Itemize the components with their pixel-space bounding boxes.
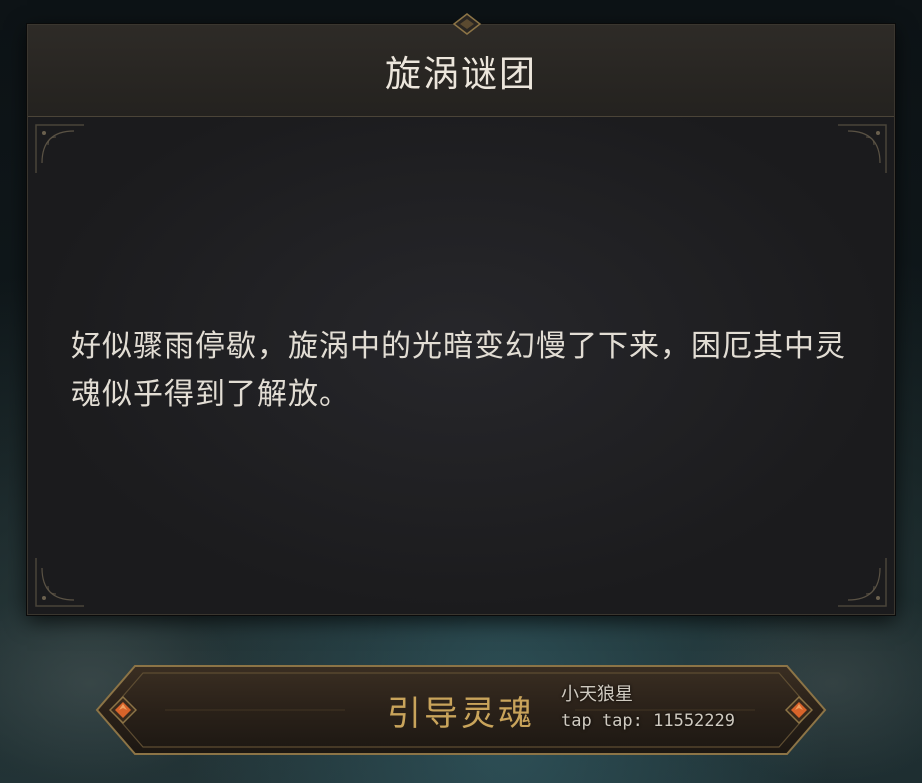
dialog-message: 好似骤雨停歇，旋涡中的光暗变幻慢了下来，困厄其中灵魂似乎得到了解放。 [71, 329, 846, 412]
dialog-title: 旋涡谜团 [384, 53, 537, 95]
filigree-corner-icon [35, 558, 84, 607]
watermark-id: tap tap: 11552229 [561, 711, 735, 731]
dialog-body: 好似骤雨停歇，旋涡中的光暗变幻慢了下来，困厄其中灵魂似乎得到了解放。 [28, 117, 894, 614]
dialog-title-bar: 旋涡谜团 [28, 25, 894, 117]
diamond-ornament-icon [452, 13, 482, 35]
filigree-corner-icon [838, 124, 887, 173]
event-dialog: 旋涡谜团 好似骤雨停歇，旋涡中的光暗变幻慢了下来，困厄其中灵魂似乎得到了解放。 [27, 13, 895, 615]
filigree-corner-icon [35, 124, 84, 173]
watermark-name: 小天狼星 [561, 684, 633, 705]
filigree-corner-icon [838, 558, 887, 607]
watermark: 小天狼星 tap tap: 11552229 [561, 682, 735, 734]
